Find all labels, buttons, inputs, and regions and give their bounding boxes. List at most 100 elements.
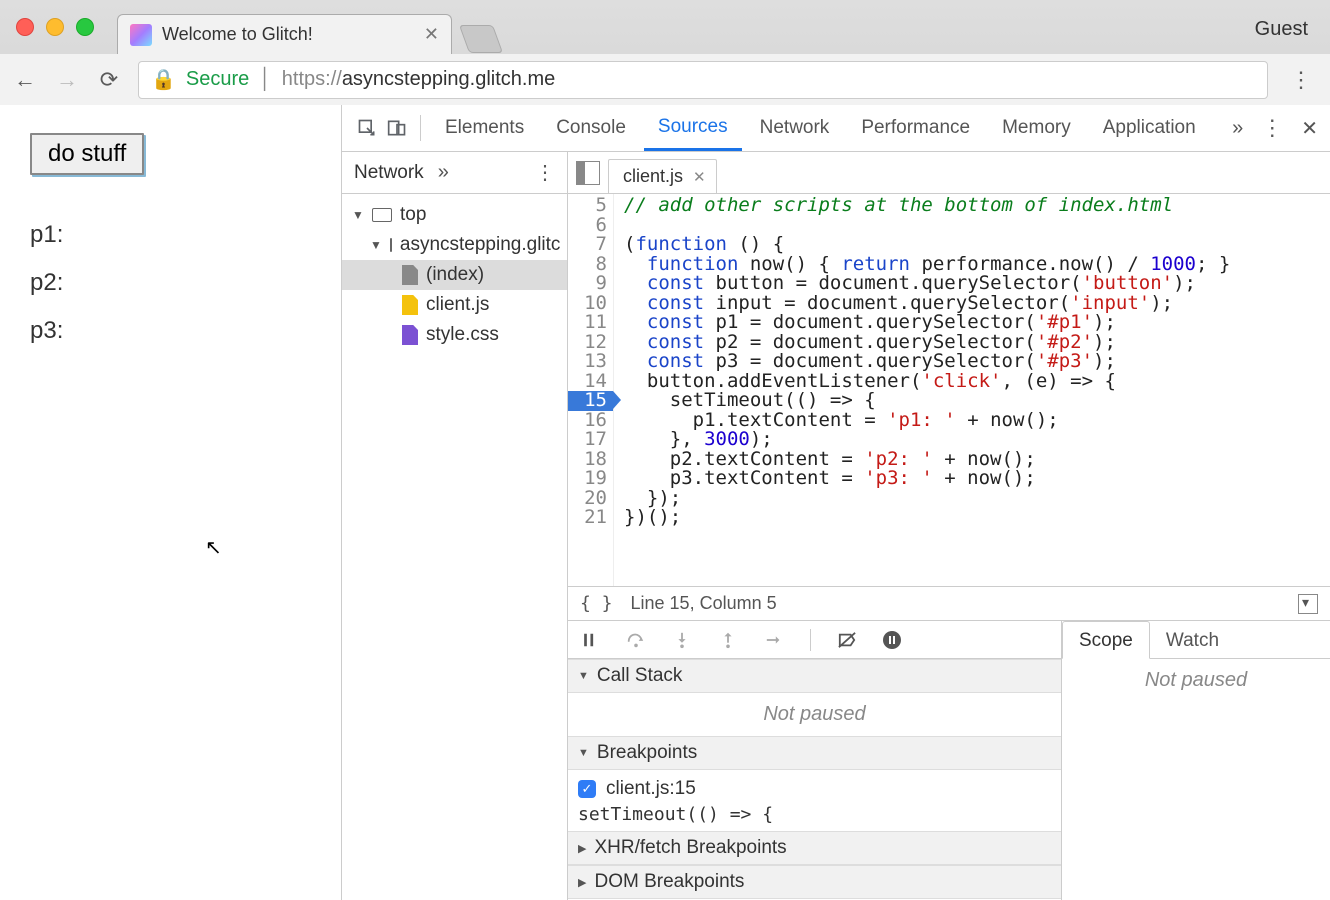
- tree-file-stylecss[interactable]: style.css: [342, 320, 567, 350]
- tree-file-clientjs[interactable]: client.js: [342, 290, 567, 320]
- sources-navigator: Network » ⋮ ▼ top ▼ asyncstepping.glitc: [342, 152, 568, 900]
- rendered-page: do stuff p1: p2: p3: ↖: [0, 105, 342, 900]
- cursor-position: Line 15, Column 5: [631, 593, 777, 614]
- callstack-header[interactable]: ▼ Call Stack: [568, 659, 1061, 693]
- close-window-icon[interactable]: [16, 18, 34, 36]
- tree-top[interactable]: ▼ top: [342, 200, 567, 230]
- line-number-gutter[interactable]: 56789101112131415161718192021: [568, 194, 614, 586]
- js-file-icon: [402, 295, 418, 315]
- section-title: Breakpoints: [597, 742, 697, 764]
- tab-watch[interactable]: Watch: [1150, 622, 1235, 658]
- p1-text: p1:: [30, 221, 311, 249]
- breakpoint-location: client.js:15: [606, 778, 696, 800]
- breakpoint-checkbox[interactable]: ✓: [578, 780, 596, 798]
- browser-tab[interactable]: Welcome to Glitch! ✕: [117, 14, 452, 54]
- step-into-icon[interactable]: [672, 630, 692, 650]
- scope-tab-bar: Scope Watch: [1062, 621, 1330, 659]
- breakpoint-code: setTimeout(() => {: [578, 802, 1051, 825]
- editor-tab-label: client.js: [623, 166, 683, 187]
- tab-memory[interactable]: Memory: [988, 105, 1085, 151]
- tab-close-icon[interactable]: ✕: [424, 24, 439, 45]
- breakpoints-header[interactable]: ▼ Breakpoints: [568, 736, 1061, 770]
- inspect-element-icon[interactable]: [354, 115, 380, 141]
- devtools: Elements Console Sources Network Perform…: [342, 105, 1330, 900]
- tree-domain[interactable]: ▼ asyncstepping.glitc: [342, 230, 567, 260]
- section-title: DOM Breakpoints: [594, 871, 744, 893]
- section-title: Call Stack: [597, 665, 683, 687]
- breakpoint-entry[interactable]: ✓ client.js:15: [578, 776, 1051, 802]
- favicon-icon: [130, 24, 152, 46]
- minimize-window-icon[interactable]: [46, 18, 64, 36]
- tab-performance[interactable]: Performance: [847, 105, 984, 151]
- xhr-breakpoints-header[interactable]: ▶ XHR/fetch Breakpoints: [568, 831, 1061, 865]
- disclosure-triangle-icon: ▼: [578, 670, 589, 682]
- code-text[interactable]: // add other scripts at the bottom of in…: [614, 194, 1230, 586]
- toggle-navigator-icon[interactable]: [576, 161, 600, 185]
- editor-status-bar: { } Line 15, Column 5: [568, 586, 1330, 620]
- address-bar[interactable]: 🔒 Secure │ https://asyncstepping.glitch.…: [138, 61, 1268, 99]
- pretty-print-icon[interactable]: { }: [580, 593, 613, 614]
- p2-text: p2:: [30, 269, 311, 297]
- tab-scope[interactable]: Scope: [1062, 621, 1150, 659]
- tree-label: asyncstepping.glitc: [400, 234, 561, 256]
- separator: [420, 115, 421, 141]
- tab-elements[interactable]: Elements: [431, 105, 538, 151]
- disclosure-triangle-icon: ▶: [578, 876, 586, 889]
- tree-label: (index): [426, 264, 484, 286]
- overflow-tabs-icon[interactable]: »: [1232, 117, 1243, 140]
- section-title: XHR/fetch Breakpoints: [594, 837, 786, 859]
- tree-label: top: [400, 204, 426, 226]
- browser-chrome: Welcome to Glitch! ✕ Guest ← → ⟳ 🔒 Secur…: [0, 0, 1330, 105]
- scope-empty: Not paused: [1062, 659, 1330, 702]
- code-area[interactable]: 56789101112131415161718192021 // add oth…: [568, 194, 1330, 586]
- navigator-tab-network[interactable]: Network: [354, 162, 424, 184]
- editor-tab-clientjs[interactable]: client.js ✕: [608, 159, 717, 193]
- frame-icon: [372, 208, 392, 222]
- reload-button[interactable]: ⟳: [96, 67, 122, 93]
- new-tab-button[interactable]: [459, 25, 503, 53]
- pause-resume-icon[interactable]: [580, 630, 600, 650]
- tab-console[interactable]: Console: [542, 105, 640, 151]
- pause-on-exceptions-icon[interactable]: [883, 631, 901, 649]
- scope-panel: Scope Watch Not paused: [1062, 621, 1330, 900]
- deactivate-breakpoints-icon[interactable]: [837, 630, 857, 650]
- devtools-close-icon[interactable]: ✕: [1301, 116, 1318, 141]
- debugger-left: ▼ Call Stack Not paused ▼ Breakpoints ✓ …: [568, 621, 1062, 900]
- lock-icon: 🔒: [151, 67, 176, 92]
- dom-breakpoints-header[interactable]: ▶ DOM Breakpoints: [568, 865, 1061, 899]
- breakpoints-body: ✓ client.js:15 setTimeout(() => {: [568, 770, 1061, 831]
- window-controls: [16, 18, 94, 36]
- tree-label: style.css: [426, 324, 499, 346]
- tab-sources[interactable]: Sources: [644, 105, 742, 151]
- url-scheme: https://: [282, 68, 342, 90]
- step-over-icon[interactable]: [626, 630, 646, 650]
- secure-label: Secure: [186, 68, 249, 91]
- tab-network[interactable]: Network: [746, 105, 844, 151]
- debugger-toolbar: [568, 621, 1061, 659]
- devtools-menu-icon[interactable]: ⋮: [1255, 115, 1289, 141]
- css-file-icon: [402, 325, 418, 345]
- do-stuff-button[interactable]: do stuff: [30, 133, 144, 175]
- maximize-window-icon[interactable]: [76, 18, 94, 36]
- navigator-menu-icon[interactable]: ⋮: [535, 160, 555, 185]
- forward-button: →: [54, 67, 80, 93]
- tree-label: client.js: [426, 294, 489, 316]
- browser-toolbar: ← → ⟳ 🔒 Secure │ https://asyncstepping.g…: [0, 54, 1330, 105]
- navigator-header: Network » ⋮: [342, 152, 567, 194]
- step-out-icon[interactable]: [718, 630, 738, 650]
- tab-application[interactable]: Application: [1089, 105, 1210, 151]
- disclosure-triangle-icon: ▼: [578, 747, 589, 759]
- back-button[interactable]: ←: [12, 67, 38, 93]
- mouse-cursor-icon: ↖: [205, 535, 222, 560]
- step-icon[interactable]: [764, 630, 784, 650]
- document-icon: [402, 265, 418, 285]
- coverage-toggle-icon[interactable]: [1298, 594, 1318, 614]
- device-toggle-icon[interactable]: [384, 115, 410, 141]
- url-host: asyncstepping.glitch.me: [342, 68, 555, 90]
- tree-file-index[interactable]: (index): [342, 260, 567, 290]
- editor-tab-close-icon[interactable]: ✕: [693, 168, 706, 186]
- profile-label[interactable]: Guest: [1255, 18, 1308, 41]
- source-editor: client.js ✕ 5678910111213141516171819202…: [568, 152, 1330, 900]
- navigator-overflow-icon[interactable]: »: [438, 161, 449, 184]
- browser-menu-icon[interactable]: ⋮: [1284, 67, 1318, 93]
